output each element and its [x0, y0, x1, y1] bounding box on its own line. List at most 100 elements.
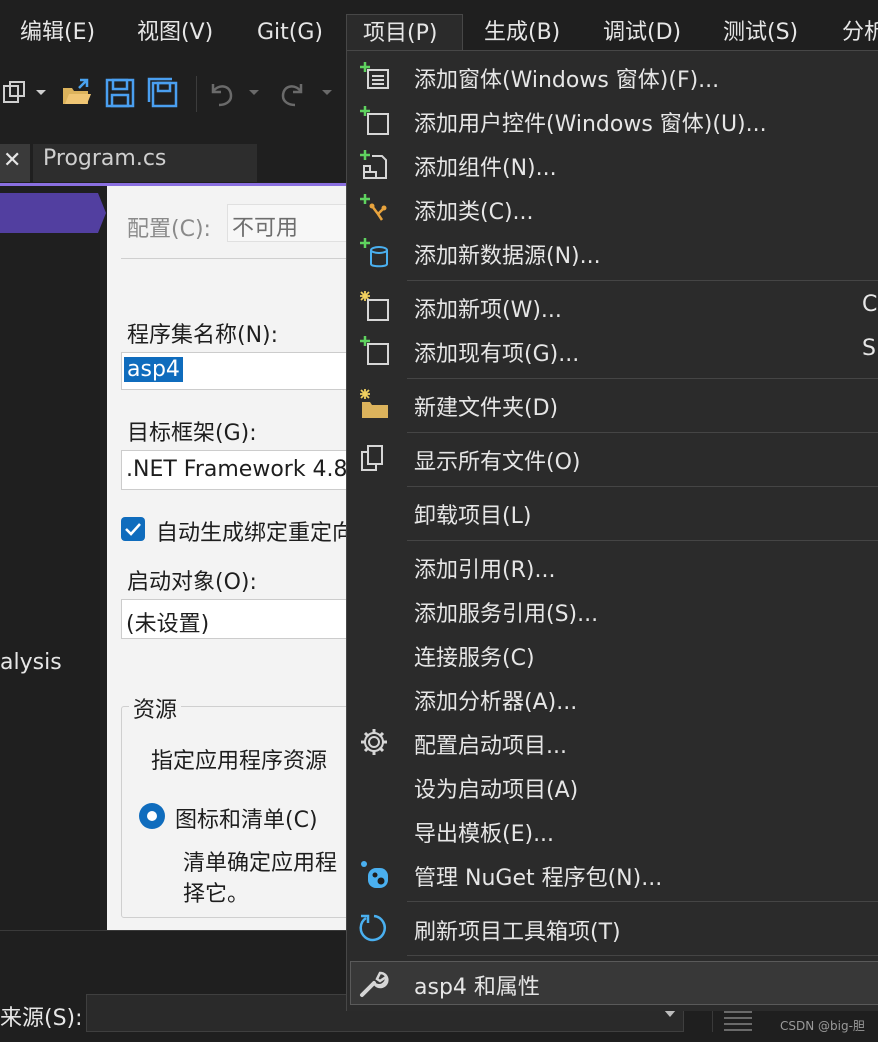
autobind-label: 自动生成绑定重定向 — [156, 521, 347, 546]
menu-item-export-template[interactable]: 导出模板(E)... — [346, 808, 878, 852]
menu-project[interactable]: 项目(P) — [346, 14, 463, 52]
menu-separator — [407, 540, 878, 541]
menu-item-add-existing-item[interactable]: 添加现有项(G)... S — [346, 328, 878, 372]
manifest-desc-line1: 清单确定应用程 — [183, 851, 338, 876]
menu-item-add-new-item[interactable]: 添加新项(W)... C — [346, 284, 878, 328]
startup-object-label: 启动对象(O): — [127, 570, 257, 595]
menu-item-label: 添加引用(R)... — [414, 558, 556, 583]
menu-item-label: 刷新项目工具箱项(T) — [414, 920, 621, 945]
menu-separator — [407, 486, 878, 487]
add-data-source-icon — [360, 238, 388, 268]
menu-item-show-all-files[interactable]: 显示所有文件(O) — [346, 436, 878, 480]
close-icon: ✕ — [3, 148, 22, 173]
menu-item-label: 添加窗体(Windows 窗体)(F)... — [414, 68, 720, 93]
resources-group-title: 资源 — [129, 692, 182, 724]
menu-item-refresh-toolbox[interactable]: 刷新项目工具箱项(T) — [346, 906, 878, 950]
tab-label: Program.cs — [43, 146, 167, 171]
menu-item-label: 导出模板(E)... — [414, 822, 555, 847]
menu-item-unload-project[interactable]: 卸载项目(L) — [346, 490, 878, 534]
source-label: 来源(S): — [0, 1006, 83, 1031]
toolbar-separator — [196, 76, 197, 112]
menu-item-label: 添加新数据源(N)... — [414, 244, 601, 269]
menu-build[interactable]: 生成(B) — [484, 14, 560, 52]
menu-item-shortcut: C — [862, 292, 878, 317]
config-label: 配置(C): — [127, 217, 211, 242]
menu-separator — [407, 901, 878, 902]
menu-item-label: 卸载项目(L) — [414, 504, 532, 529]
menu-item-add-class[interactable]: 添加类(C)... — [346, 186, 878, 230]
menu-item-label: 添加类(C)... — [414, 200, 534, 225]
gear-icon — [361, 729, 387, 755]
menu-item-label: 新建文件夹(D) — [414, 396, 559, 421]
menu-item-add-service-reference[interactable]: 添加服务引用(S)... — [346, 588, 878, 632]
assembly-name-value: asp4 — [124, 357, 183, 382]
autobind-checkbox[interactable] — [121, 517, 145, 541]
menu-item-label: 显示所有文件(O) — [414, 450, 581, 475]
target-framework-select[interactable]: .NET Framework 4.8 — [121, 450, 347, 490]
undo-icon[interactable] — [205, 76, 239, 110]
properties-panel: 配置(C): 不可用 程序集名称(N): asp4 目标框架(G): .NET … — [107, 186, 347, 931]
nav-item-analysis[interactable]: alysis — [0, 650, 62, 675]
menu-item-label: 添加组件(N)... — [414, 156, 557, 181]
add-new-item-icon — [360, 291, 389, 321]
menu-item-label: 连接服务(C) — [414, 646, 535, 671]
watermark: CSDN @big-胆 — [780, 1019, 865, 1033]
dropdown-arrow-icon[interactable] — [32, 76, 50, 110]
add-class-icon — [360, 194, 387, 221]
menu-item-add-form[interactable]: 添加窗体(Windows 窗体)(F)... — [346, 54, 878, 98]
menu-item-new-folder[interactable]: 新建文件夹(D) — [346, 382, 878, 426]
redo-icon[interactable] — [275, 76, 309, 110]
nav-item-application-active[interactable] — [0, 193, 98, 233]
radio-dot — [147, 811, 157, 821]
new-project-icon[interactable] — [0, 76, 34, 110]
menu-item-label: 添加用户控件(Windows 窗体)(U)... — [414, 112, 767, 137]
divider — [121, 258, 347, 259]
target-framework-label: 目标框架(G): — [127, 421, 257, 446]
menu-item-label: 添加服务引用(S)... — [414, 602, 599, 627]
config-value: 不可用 — [232, 216, 299, 241]
menu-item-set-startup[interactable]: 设为启动项目(A) — [346, 764, 878, 808]
menu-git[interactable]: Git(G) — [257, 14, 323, 52]
menu-separator — [407, 378, 878, 379]
undo-dropdown-icon[interactable] — [245, 76, 263, 110]
menu-item-add-data-source[interactable]: 添加新数据源(N)... — [346, 230, 878, 274]
menu-item-label: 配置启动项目... — [414, 734, 567, 759]
menu-item-add-reference[interactable]: 添加引用(R)... — [346, 544, 878, 588]
menu-item-add-user-control[interactable]: 添加用户控件(Windows 窗体)(U)... — [346, 98, 878, 142]
menu-item-add-analyzer[interactable]: 添加分析器(A)... — [346, 676, 878, 720]
menu-view[interactable]: 视图(V) — [137, 14, 213, 52]
menu-analyze[interactable]: 分析 — [842, 14, 878, 52]
menu-item-add-component[interactable]: 添加组件(N)... — [346, 142, 878, 186]
menu-item-label: 添加新项(W)... — [414, 298, 562, 323]
save-all-icon[interactable] — [146, 76, 180, 110]
menu-edit[interactable]: 编辑(E) — [20, 14, 95, 52]
menu-separator — [407, 280, 878, 281]
menu-item-label: 添加分析器(A)... — [414, 690, 578, 715]
menu-item-label: 设为启动项目(A) — [414, 778, 579, 803]
refresh-icon — [359, 914, 386, 942]
menu-item-manage-nuget[interactable]: 管理 NuGet 程序包(N)... — [346, 852, 878, 896]
tab-close-button[interactable]: ✕ — [0, 144, 30, 182]
save-icon[interactable] — [103, 76, 137, 110]
menu-test[interactable]: 测试(S) — [723, 14, 798, 52]
icon-manifest-label: 图标和清单(C) — [175, 808, 318, 833]
add-user-control-icon — [360, 106, 389, 135]
redo-dropdown-icon[interactable] — [318, 76, 336, 110]
menu-item-label: asp4 和属性 — [414, 975, 540, 1000]
open-folder-icon[interactable] — [60, 76, 94, 110]
menu-item-label: 管理 NuGet 程序包(N)... — [414, 866, 663, 891]
menu-debug[interactable]: 调试(D) — [603, 14, 681, 52]
wrench-icon — [360, 971, 389, 997]
startup-object-select[interactable]: (未设置) — [121, 599, 347, 639]
chevron-down-icon[interactable] — [664, 1010, 676, 1017]
toolbar — [0, 66, 346, 126]
menu-item-configure-startup[interactable]: 配置启动项目... — [346, 720, 878, 764]
startup-object-value: (未设置) — [126, 612, 210, 637]
icon-manifest-radio[interactable] — [139, 803, 165, 829]
checkmark-icon — [125, 523, 141, 536]
assembly-name-input[interactable]: asp4 — [121, 352, 347, 390]
new-folder-icon — [360, 389, 388, 418]
add-form-icon — [360, 62, 389, 89]
menu-item-connected-services[interactable]: 连接服务(C) — [346, 632, 878, 676]
menu-item-properties[interactable]: asp4 和属性 — [346, 961, 878, 1005]
